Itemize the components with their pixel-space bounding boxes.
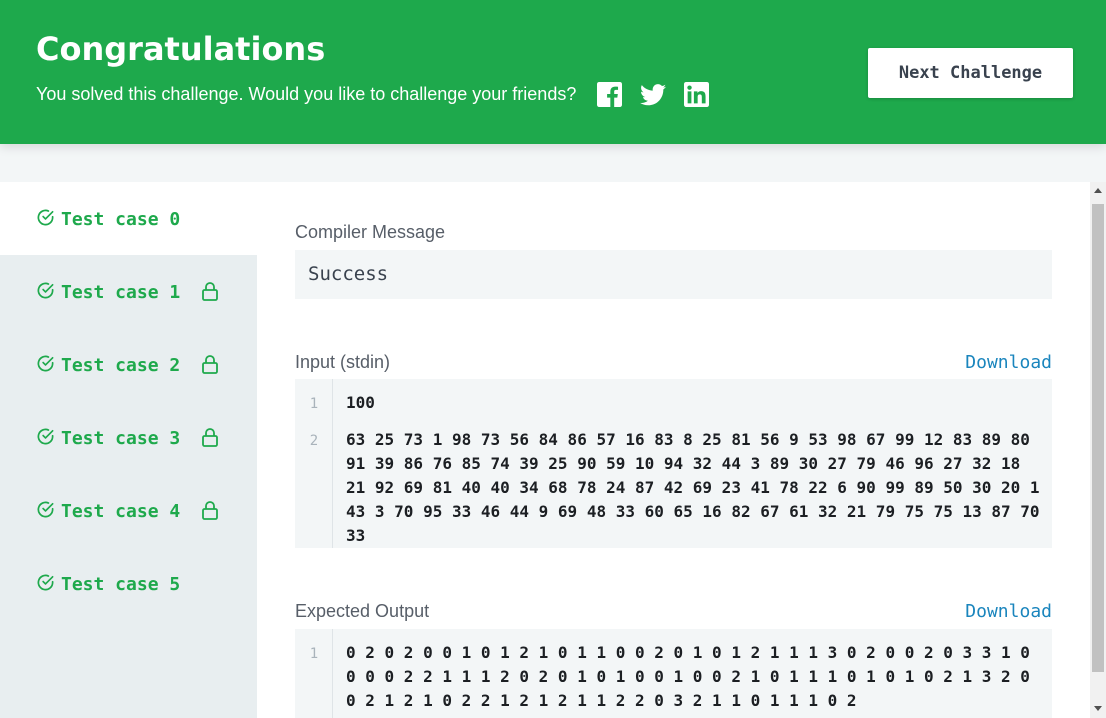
lock-icon — [202, 355, 218, 374]
line-number: 1 — [309, 396, 319, 412]
test-case-detail: Compiler Message Success Input (stdin) D… — [257, 182, 1090, 718]
twitter-icon[interactable] — [640, 84, 666, 106]
check-circle-icon — [37, 574, 54, 591]
code-line: 100 — [346, 393, 375, 412]
facebook-icon[interactable] — [597, 82, 622, 107]
tab-label: Test case 2 — [61, 355, 181, 376]
expected-output-label: Expected Output — [295, 601, 430, 621]
test-case-sidebar: Test case 0 Test case 1 Test case 2 Test… — [0, 182, 257, 718]
check-circle-icon — [37, 501, 54, 518]
input-download-link[interactable]: Download — [965, 352, 1052, 373]
tab-test-case-3[interactable]: Test case 3 — [0, 401, 257, 474]
linkedin-icon[interactable] — [684, 82, 709, 107]
tab-test-case-5[interactable]: Test case 5 — [0, 547, 257, 620]
compiler-message-label: Compiler Message — [295, 222, 446, 242]
line-number: 1 — [309, 646, 319, 662]
tab-test-case-4[interactable]: Test case 4 — [0, 474, 257, 547]
check-circle-icon — [37, 355, 54, 372]
input-label: Input (stdin) — [295, 352, 391, 372]
scroll-down-arrow-icon[interactable] — [1094, 706, 1102, 711]
compiler-message: Success — [295, 250, 1052, 299]
tab-label: Test case 0 — [61, 209, 181, 230]
test-results-panel: Test case 0 Test case 1 Test case 2 Test… — [0, 182, 1090, 718]
next-challenge-button[interactable]: Next Challenge — [868, 48, 1073, 98]
page-scrollbar[interactable] — [1090, 182, 1106, 718]
lock-icon — [202, 282, 218, 301]
expected-output-code-block: 1 0 2 0 2 0 0 1 0 1 2 1 0 1 1 0 0 2 0 1 … — [295, 629, 1052, 718]
banner-subtitle: You solved this challenge. Would you lik… — [36, 84, 577, 104]
tab-label: Test case 1 — [61, 282, 181, 303]
scrollbar-thumb[interactable] — [1092, 204, 1104, 672]
input-code-block: 1 100 2 63 25 73 1 98 73 56 84 86 57 16 … — [295, 379, 1052, 548]
check-circle-icon — [37, 209, 54, 226]
tab-label: Test case 5 — [61, 574, 181, 595]
code-line: 0 2 0 2 0 0 1 0 1 2 1 0 1 1 0 0 2 0 1 0 … — [346, 643, 1040, 710]
check-circle-icon — [37, 428, 54, 445]
tab-test-case-2[interactable]: Test case 2 — [0, 328, 257, 401]
tab-test-case-0[interactable]: Test case 0 — [0, 182, 257, 255]
tab-test-case-1[interactable]: Test case 1 — [0, 255, 257, 328]
code-line: 63 25 73 1 98 73 56 84 86 57 16 83 8 25 … — [346, 430, 1050, 545]
line-gutter — [295, 629, 333, 718]
banner-title: Congratulations — [36, 30, 326, 68]
tab-label: Test case 4 — [61, 501, 181, 522]
expected-download-link[interactable]: Download — [965, 601, 1052, 622]
check-circle-icon — [37, 282, 54, 299]
lock-icon — [202, 428, 218, 447]
success-banner: Congratulations You solved this challeng… — [0, 0, 1106, 144]
scroll-up-arrow-icon[interactable] — [1094, 188, 1102, 193]
tab-label: Test case 3 — [61, 428, 181, 449]
line-number: 2 — [309, 433, 319, 449]
lock-icon — [202, 501, 218, 520]
